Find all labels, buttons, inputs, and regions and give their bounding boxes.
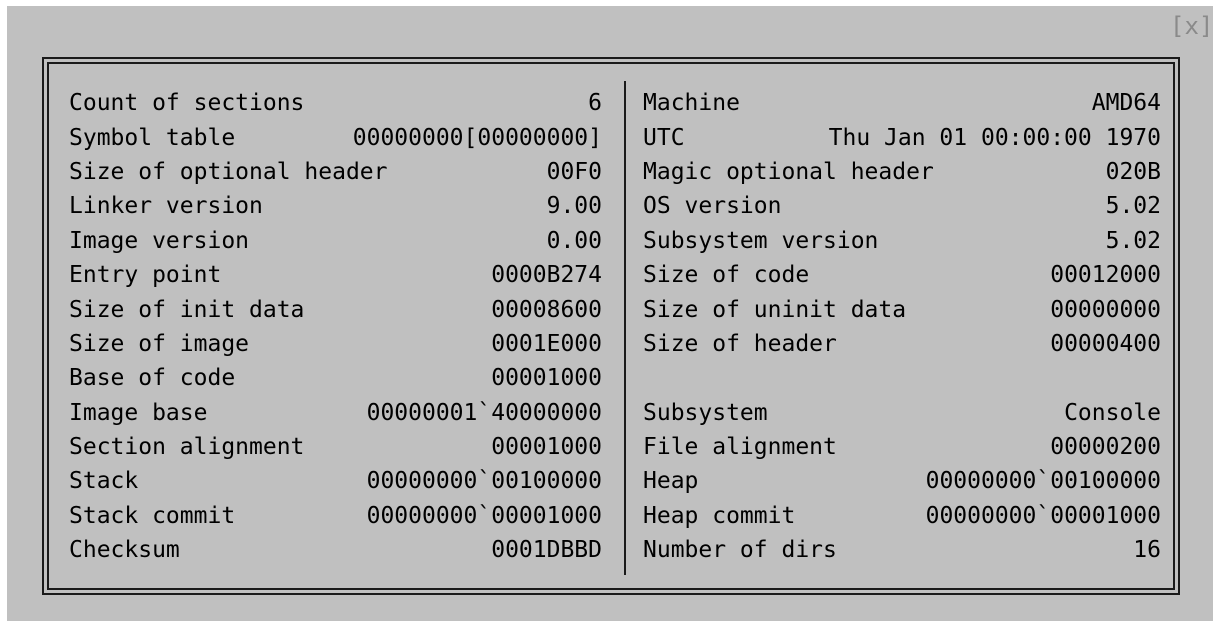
- info-row: Heap commit 00000000`00001000: [643, 499, 1161, 533]
- info-row: Magic optional header 020B: [643, 155, 1161, 189]
- row-label: Size of header: [643, 330, 837, 357]
- row-value: 00000000`00001000: [925, 502, 1161, 529]
- row-value: 5.02: [1105, 193, 1161, 220]
- row-value: 00000000`00001000: [366, 502, 602, 529]
- row-value: 00000000[00000000]: [352, 124, 602, 151]
- row-label: Image version: [69, 227, 250, 254]
- info-row: Image version 0.00: [69, 224, 602, 258]
- info-row: OS version 5.02: [643, 189, 1161, 223]
- info-row: Base of code 00001000: [69, 361, 602, 395]
- info-row: Size of code 00012000: [643, 258, 1161, 292]
- row-value: 00000001`40000000: [366, 399, 602, 426]
- info-row: Linker version 9.00: [69, 189, 602, 223]
- pe-header-dialog: [x] Count of sections 6 Symbol table 00000…: [7, 6, 1213, 621]
- info-row: Entry point 0000B274: [69, 258, 602, 292]
- left-column: Count of sections 6 Symbol table 00000000[…: [69, 86, 602, 567]
- close-button[interactable]: [x]: [1170, 6, 1213, 46]
- row-value: 0000B274: [491, 262, 602, 289]
- row-label: Heap: [643, 468, 699, 495]
- row-value: 0001E000: [491, 330, 602, 357]
- blank-row: [643, 361, 1161, 395]
- row-value: 00000200: [1050, 434, 1161, 461]
- row-value: 6: [588, 90, 602, 117]
- row-label: Stack: [69, 468, 139, 495]
- row-value: 00012000: [1050, 262, 1161, 289]
- row-label: Count of sections: [69, 90, 305, 117]
- info-row: Subsystem version 5.02: [643, 224, 1161, 258]
- row-label: Magic optional header: [643, 158, 934, 185]
- row-value: 00001000: [491, 365, 602, 392]
- right-column: Machine AMD64 UTC Thu Jan 01 00:00:00 1970…: [643, 86, 1161, 567]
- info-row: Stack commit 00000000`00001000: [69, 499, 602, 533]
- info-row: Checksum 0001DBBD: [69, 533, 602, 567]
- row-label: Subsystem version: [643, 227, 879, 254]
- row-value: 9.00: [546, 193, 602, 220]
- info-row: Machine AMD64: [643, 86, 1161, 120]
- info-row: Size of header 00000400: [643, 327, 1161, 361]
- row-label: Size of init data: [69, 296, 305, 323]
- row-label: Linker version: [69, 193, 263, 220]
- row-value: 00001000: [491, 434, 602, 461]
- row-value: AMD64: [1091, 90, 1161, 117]
- info-row: Image base 00000001`40000000: [69, 396, 602, 430]
- row-value: 00008600: [491, 296, 602, 323]
- row-label: File alignment: [643, 434, 837, 461]
- info-row: Size of image 0001E000: [69, 327, 602, 361]
- row-label: OS version: [643, 193, 782, 220]
- row-label: Entry point: [69, 262, 222, 289]
- info-row: UTC Thu Jan 01 00:00:00 1970: [643, 120, 1161, 154]
- column-divider: [624, 81, 626, 575]
- info-row: Subsystem Console: [643, 396, 1161, 430]
- row-label: Base of code: [69, 365, 236, 392]
- row-label: Machine: [643, 90, 740, 117]
- row-value: 00000000`00100000: [366, 468, 602, 495]
- row-value: 020B: [1105, 158, 1161, 185]
- info-row: Number of dirs 16: [643, 533, 1161, 567]
- info-row: Heap 00000000`00100000: [643, 464, 1161, 498]
- row-label: Heap commit: [643, 502, 796, 529]
- row-label: Section alignment: [69, 434, 305, 461]
- row-label: Image base: [69, 399, 208, 426]
- row-label: Subsystem: [643, 399, 768, 426]
- row-value: 00000400: [1050, 330, 1161, 357]
- info-row: Symbol table 00000000[00000000]: [69, 120, 602, 154]
- row-value: 0.00: [546, 227, 602, 254]
- info-row: Count of sections 6: [69, 86, 602, 120]
- info-row: Size of optional header 00F0: [69, 155, 602, 189]
- row-value: Thu Jan 01 00:00:00 1970: [828, 124, 1161, 151]
- row-value: 5.02: [1105, 227, 1161, 254]
- row-label: Number of dirs: [643, 537, 837, 564]
- row-label: Size of uninit data: [643, 296, 907, 323]
- row-label: UTC: [643, 124, 685, 151]
- row-value: Console: [1064, 399, 1161, 426]
- row-value: 00000000`00100000: [925, 468, 1161, 495]
- info-row: Size of uninit data 00000000: [643, 292, 1161, 326]
- row-value: 0001DBBD: [491, 537, 602, 564]
- row-label: Size of optional header: [69, 158, 388, 185]
- info-row: File alignment 00000200: [643, 430, 1161, 464]
- row-value: 16: [1133, 537, 1161, 564]
- row-label: Size of code: [643, 262, 810, 289]
- row-label: Stack commit: [69, 502, 236, 529]
- row-label: Checksum: [69, 537, 180, 564]
- info-row: Section alignment 00001000: [69, 430, 602, 464]
- info-row: Size of init data 00008600: [69, 292, 602, 326]
- info-row: Stack 00000000`00100000: [69, 464, 602, 498]
- row-value: 00000000: [1050, 296, 1161, 323]
- row-label: Symbol table: [69, 124, 236, 151]
- row-label: Size of image: [69, 330, 250, 357]
- row-value: 00F0: [546, 158, 602, 185]
